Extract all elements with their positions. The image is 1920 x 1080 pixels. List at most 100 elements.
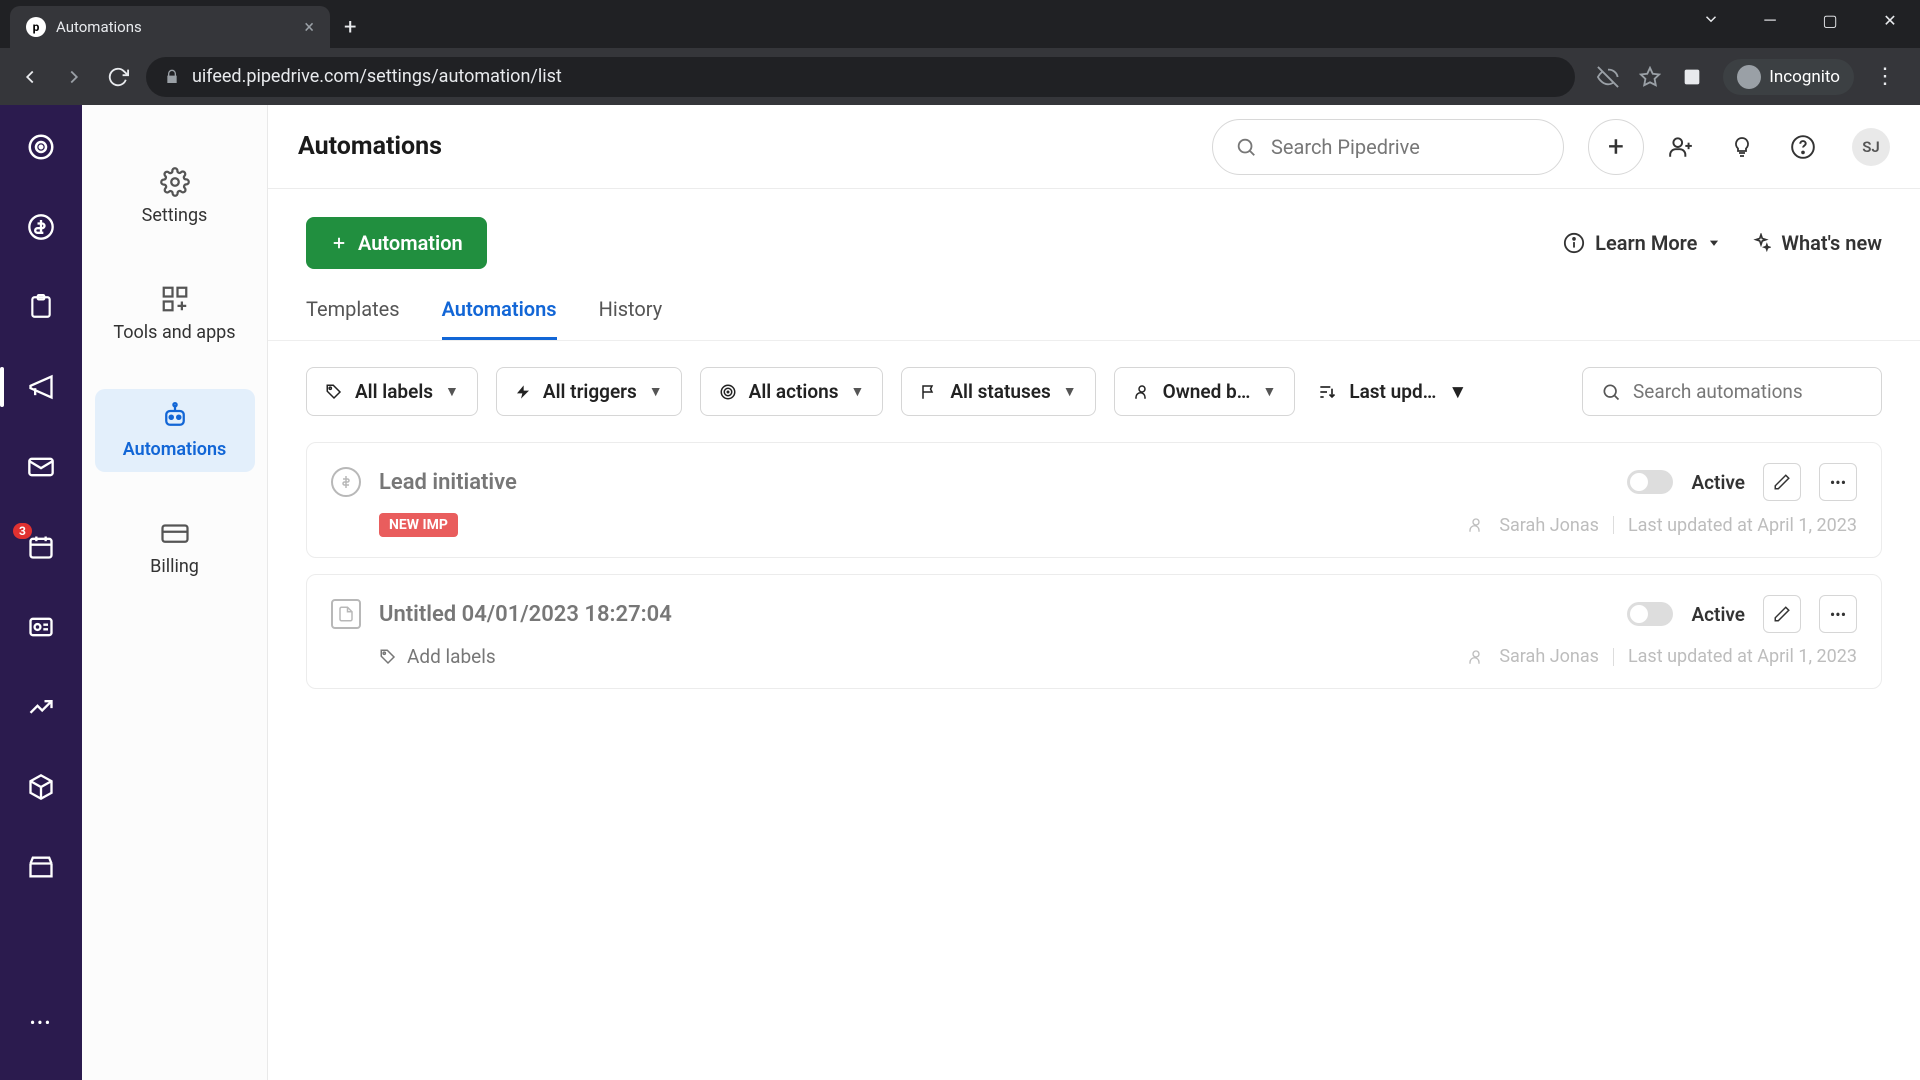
more-button[interactable]: ••• — [1819, 463, 1857, 501]
sidebar-label: Billing — [150, 556, 199, 577]
filter-statuses[interactable]: All statuses ▼ — [901, 367, 1095, 416]
lightbulb-icon[interactable] — [1730, 135, 1754, 159]
tab-templates[interactable]: Templates — [306, 297, 400, 340]
incognito-badge[interactable]: Incognito — [1723, 59, 1854, 95]
user-icon — [1467, 648, 1485, 666]
updated-text: Last updated at April 1, 2023 — [1628, 515, 1857, 536]
tab-history[interactable]: History — [599, 297, 663, 340]
card-icon — [160, 518, 190, 548]
rail-products-icon[interactable] — [23, 769, 59, 805]
chevron-down-icon: ▼ — [445, 383, 459, 400]
sparkle-icon — [1751, 233, 1771, 253]
rail-contacts-icon[interactable] — [23, 609, 59, 645]
incognito-label: Incognito — [1769, 67, 1840, 87]
toolbar-row: Automation Learn More What's new — [268, 189, 1920, 269]
tabs-dropdown-icon[interactable] — [1702, 10, 1720, 28]
url-field[interactable]: uifeed.pipedrive.com/settings/automation… — [146, 57, 1575, 97]
search-automations-input[interactable]: Search automations — [1582, 367, 1882, 416]
main-content: Automations Search Pipedrive + SJ — [268, 105, 1920, 1080]
automation-card[interactable]: Untitled 04/01/2023 18:27:04 Active ••• — [306, 574, 1882, 689]
sidebar-item-tools[interactable]: Tools and apps — [95, 272, 255, 355]
header-right: SJ — [1668, 128, 1890, 166]
search-icon — [1235, 136, 1257, 158]
filter-labels[interactable]: All labels ▼ — [306, 367, 478, 416]
user-icon — [1467, 516, 1485, 534]
pencil-icon — [1773, 605, 1791, 623]
window-controls: ─ ▢ ✕ — [1740, 0, 1920, 40]
rail-activities-icon[interactable]: 3 — [23, 529, 59, 565]
label-badge: NEW IMP — [379, 513, 458, 537]
help-icon[interactable] — [1790, 134, 1816, 160]
chevron-down-icon — [1707, 236, 1721, 250]
sort-control[interactable]: Last upd… ▼ — [1317, 380, 1467, 404]
rail-campaigns-icon[interactable] — [23, 369, 59, 405]
owner-name: Sarah Jonas — [1499, 515, 1599, 536]
filter-owned[interactable]: Owned b… ▼ — [1114, 367, 1296, 416]
close-icon[interactable]: × — [304, 17, 314, 38]
filter-actions[interactable]: All actions ▼ — [700, 367, 884, 416]
card-title: Untitled 04/01/2023 18:27:04 — [379, 602, 672, 627]
sidebar-item-settings[interactable]: Settings — [95, 155, 255, 238]
close-window-button[interactable]: ✕ — [1860, 0, 1920, 40]
eye-off-icon[interactable] — [1597, 66, 1619, 88]
maximize-button[interactable]: ▢ — [1800, 0, 1860, 40]
more-icon: ••• — [1830, 605, 1846, 624]
reload-button[interactable] — [102, 61, 134, 93]
updated-text: Last updated at April 1, 2023 — [1628, 646, 1857, 667]
dollar-icon — [331, 467, 361, 497]
app: 3 ••• Settings Tools and apps Automation… — [0, 105, 1920, 1080]
tag-icon — [325, 383, 343, 401]
more-button[interactable]: ••• — [1819, 595, 1857, 633]
new-tab-button[interactable]: + — [344, 15, 356, 48]
tag-icon — [379, 648, 397, 666]
forward-button[interactable] — [58, 61, 90, 93]
gear-icon — [160, 167, 190, 197]
status-label: Active — [1691, 471, 1745, 494]
tab-bar: p Automations × + — [0, 0, 1920, 48]
status-label: Active — [1691, 603, 1745, 626]
extensions-icon[interactable] — [1681, 66, 1703, 88]
filter-triggers[interactable]: All triggers ▼ — [496, 367, 682, 416]
rail-leads-icon[interactable] — [23, 129, 59, 165]
rail-projects-icon[interactable] — [23, 289, 59, 325]
sidebar-item-automations[interactable]: Automations — [95, 389, 255, 472]
whats-new-button[interactable]: What's new — [1751, 231, 1882, 255]
search-icon — [1601, 382, 1621, 402]
invite-icon[interactable] — [1668, 134, 1694, 160]
info-icon — [1563, 232, 1585, 254]
browser-menu-button[interactable]: ⋮ — [1874, 64, 1896, 89]
tabs-row: Templates Automations History — [268, 269, 1920, 341]
search-automations-placeholder: Search automations — [1633, 380, 1803, 403]
favicon-icon: p — [26, 17, 46, 37]
lock-icon — [164, 69, 180, 85]
incognito-icon — [1737, 65, 1761, 89]
rail-marketplace-icon[interactable] — [23, 849, 59, 885]
add-button[interactable]: + — [1588, 119, 1644, 175]
add-labels-button[interactable]: Add labels — [379, 645, 496, 668]
search-input[interactable]: Search Pipedrive — [1212, 119, 1564, 175]
sort-icon — [1317, 382, 1337, 402]
active-toggle[interactable] — [1627, 470, 1673, 494]
rail-insights-icon[interactable] — [23, 689, 59, 725]
edit-button[interactable] — [1763, 463, 1801, 501]
star-icon[interactable] — [1639, 66, 1661, 88]
page-title: Automations — [298, 132, 442, 161]
icon-rail: 3 ••• — [0, 105, 82, 1080]
avatar[interactable]: SJ — [1852, 128, 1890, 166]
minimize-button[interactable]: ─ — [1740, 0, 1800, 40]
target-icon — [719, 383, 737, 401]
learn-more-button[interactable]: Learn More — [1563, 231, 1721, 255]
active-toggle[interactable] — [1627, 602, 1673, 626]
sidebar-item-billing[interactable]: Billing — [95, 506, 255, 589]
user-icon — [1133, 383, 1151, 401]
sidebar-label: Settings — [142, 205, 208, 226]
rail-more-button[interactable]: ••• — [23, 1004, 59, 1040]
back-button[interactable] — [14, 61, 46, 93]
automation-button[interactable]: Automation — [306, 217, 487, 269]
rail-mail-icon[interactable] — [23, 449, 59, 485]
browser-tab[interactable]: p Automations × — [10, 6, 330, 48]
rail-deals-icon[interactable] — [23, 209, 59, 245]
tab-automations[interactable]: Automations — [442, 297, 557, 340]
automation-card[interactable]: Lead initiative Active ••• NEW IMP — [306, 442, 1882, 558]
edit-button[interactable] — [1763, 595, 1801, 633]
